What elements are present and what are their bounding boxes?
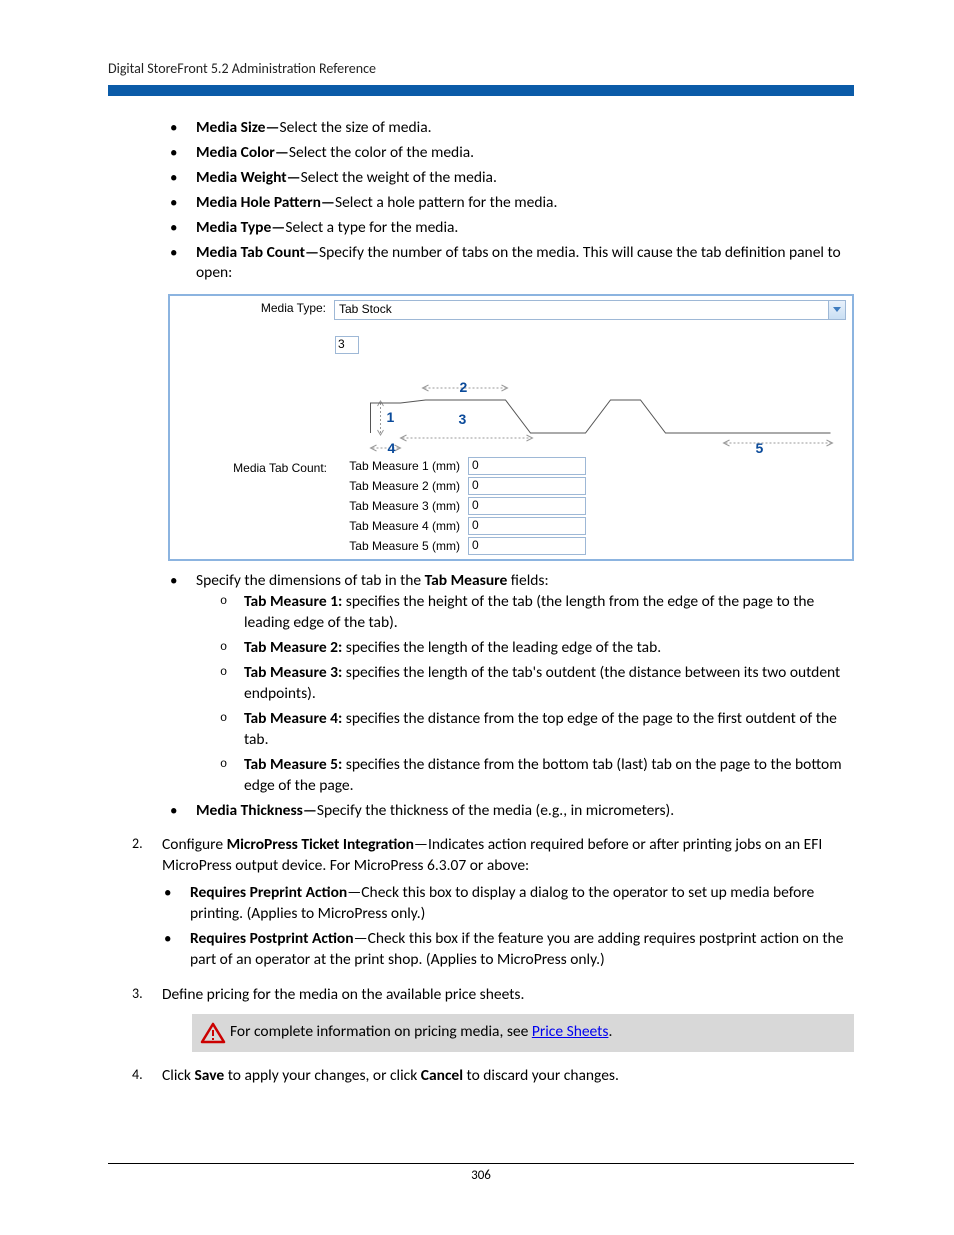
page-footer: 306 (108, 1163, 854, 1185)
bullet-tm4: Tab Measure 4: specifies the distance fr… (216, 709, 854, 751)
tab-measure-5-label: Tab Measure 5 (mm) (335, 540, 464, 552)
tab-measure-4-row: Tab Measure 4 (mm) 0 (335, 517, 846, 535)
step-4: 4. Click Save to apply your changes, or … (132, 1066, 854, 1087)
tab-measure-3-row: Tab Measure 3 (mm) 0 (335, 497, 846, 515)
step-number: 3. (132, 985, 143, 1004)
tab-measure-2-label: Tab Measure 2 (mm) (335, 480, 464, 492)
bullet-postprint: Requires Postprint Action—Check this box… (162, 929, 854, 971)
tab-measure-2-input[interactable]: 0 (468, 477, 586, 495)
page-number: 306 (471, 1168, 491, 1183)
label: Tab Measure 2: (244, 638, 342, 657)
tab-measure-3-label: Tab Measure 3 (mm) (335, 500, 464, 512)
text: Define pricing for the media on the avai… (162, 985, 524, 1004)
t3: to discard your changes. (463, 1066, 619, 1085)
bullet-tm2: Tab Measure 2: specifies the length of t… (216, 638, 854, 659)
tab-measure-2-row: Tab Measure 2 (mm) 0 (335, 477, 846, 495)
label: Media Hole Pattern— (196, 193, 335, 212)
tab-measure-1-row: Tab Measure 1 (mm) 0 (335, 457, 846, 475)
cancel-label: Cancel (421, 1066, 463, 1085)
svg-text:3: 3 (459, 411, 467, 427)
label: MicroPress Ticket Integration (227, 835, 414, 854)
page-header-title: Digital StoreFront 5.2 Administration Re… (108, 60, 854, 79)
save-label: Save (194, 1066, 224, 1085)
tab-measure-3-input[interactable]: 0 (468, 497, 586, 515)
chevron-down-icon (828, 301, 845, 319)
bullet-tm1: Tab Measure 1: specifies the height of t… (216, 592, 854, 634)
header-rule (108, 85, 854, 96)
label: Media Type— (196, 218, 285, 237)
tab-count-input[interactable]: 3 (335, 336, 359, 354)
callout-text-after: . (608, 1022, 612, 1041)
warning-callout: For complete information on pricing medi… (192, 1014, 854, 1052)
svg-text:2: 2 (460, 379, 468, 395)
step-3: 3. Define pricing for the media on the a… (132, 985, 854, 1052)
step-number: 4. (132, 1066, 143, 1085)
text: Configure (162, 835, 227, 854)
warning-icon (200, 1022, 226, 1044)
media-type-label: Media Type: (170, 296, 334, 314)
bullet-media-type: Media Type—Select a type for the media. (168, 218, 854, 239)
label: Tab Measure 1: (244, 592, 342, 611)
bullet-media-size: Media Size—Select the size of media. (168, 118, 854, 139)
text: Select a hole pattern for the media. (335, 193, 557, 212)
tab-measure-5-input[interactable]: 0 (468, 537, 586, 555)
bullet-media-color: Media Color—Select the color of the medi… (168, 143, 854, 164)
text: Select the color of the media. (289, 143, 474, 162)
label: Media Color— (196, 143, 289, 162)
bullet-media-tab: Media Tab Count—Specify the number of ta… (168, 243, 854, 285)
media-type-select[interactable]: Tab Stock (334, 300, 846, 320)
media-tab-count-label: Media Tab Count: (170, 332, 335, 474)
label: Media Tab Count— (196, 243, 319, 262)
tab-diagram: 1 2 3 4 (335, 358, 846, 453)
tab-measure-5-row: Tab Measure 5 (mm) 0 (335, 537, 846, 555)
t1: Click (162, 1066, 194, 1085)
step-2: 2. Configure MicroPress Ticket Integrati… (132, 835, 854, 971)
tab-measure-4-input[interactable]: 0 (468, 517, 586, 535)
svg-text:1: 1 (387, 409, 395, 425)
text: Select the weight of the media. (301, 168, 497, 187)
text: Select the size of media. (279, 118, 431, 137)
svg-text:4: 4 (388, 440, 396, 453)
label: Media Thickness— (196, 801, 317, 820)
label: Requires Postprint Action (190, 929, 354, 948)
bullet-media-hole: Media Hole Pattern—Select a hole pattern… (168, 193, 854, 214)
bullet-media-thickness: Media Thickness—Specify the thickness of… (168, 801, 854, 822)
bullet-media-weight: Media Weight—Select the weight of the me… (168, 168, 854, 189)
tab-definition-panel: Media Type: Tab Stock Media Tab Count: 3 (168, 294, 854, 561)
text: Select a type for the media. (285, 218, 458, 237)
bullet-tm5: Tab Measure 5: specifies the distance fr… (216, 755, 854, 797)
svg-text:5: 5 (756, 440, 764, 453)
bullet-preprint: Requires Preprint Action—Check this box … (162, 883, 854, 925)
text: Specify the thickness of the media (e.g.… (317, 801, 674, 820)
price-sheets-link[interactable]: Price Sheets (532, 1022, 609, 1041)
tab-measure-4-label: Tab Measure 4 (mm) (335, 520, 464, 532)
label: Requires Preprint Action (190, 883, 347, 902)
label: Tab Measure 3: (244, 663, 342, 682)
callout-text-before: For complete information on pricing medi… (230, 1022, 532, 1041)
label: Tab Measure 5: (244, 755, 342, 774)
tab-measure-1-label: Tab Measure 1 (mm) (335, 460, 464, 472)
text: specifies the length of the leading edge… (342, 638, 661, 657)
text2: fields: (507, 571, 548, 590)
bullet-tm3: Tab Measure 3: specifies the length of t… (216, 663, 854, 705)
label: Media Size— (196, 118, 279, 137)
tab-measure-1-input[interactable]: 0 (468, 457, 586, 475)
media-type-value: Tab Stock (339, 302, 392, 316)
label: Tab Measure (425, 571, 508, 590)
bullet-specify-tab: Specify the dimensions of tab in the Tab… (168, 571, 854, 796)
label: Tab Measure 4: (244, 709, 342, 728)
label: Media Weight— (196, 168, 301, 187)
text: Specify the dimensions of tab in the (196, 571, 425, 590)
t2: to apply your changes, or click (224, 1066, 421, 1085)
step-number: 2. (132, 835, 143, 854)
